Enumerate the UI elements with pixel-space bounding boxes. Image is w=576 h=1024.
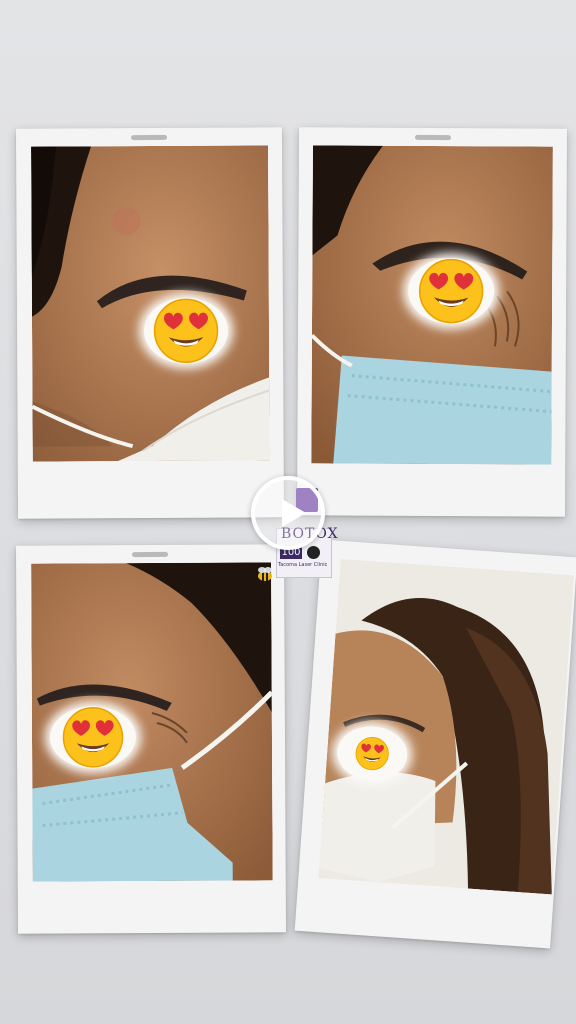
- play-icon: [282, 499, 306, 527]
- card-slot: [132, 551, 169, 558]
- heart-eyes-emoji-icon: [62, 706, 124, 768]
- photo-card-after-right: [294, 539, 576, 949]
- face-photo: [31, 562, 273, 882]
- photo-card-before-right: [296, 127, 568, 517]
- face-photo: [318, 558, 575, 895]
- heart-eyes-emoji-icon: [418, 258, 484, 324]
- play-button[interactable]: [251, 476, 325, 550]
- bee-icon: [258, 567, 272, 581]
- face-photo: [31, 145, 270, 462]
- photo-card-after-left: [15, 544, 287, 934]
- photo-card-before-left: [15, 127, 285, 519]
- card-slot: [414, 134, 451, 141]
- clinic-text: Tacoma Laser Clinic: [278, 562, 328, 568]
- heart-eyes-emoji-icon: [153, 298, 219, 364]
- card-slot: [131, 134, 168, 141]
- clinic-seal-icon: [307, 546, 320, 559]
- face-photo: [311, 145, 553, 465]
- heart-eyes-emoji-icon: [354, 735, 390, 772]
